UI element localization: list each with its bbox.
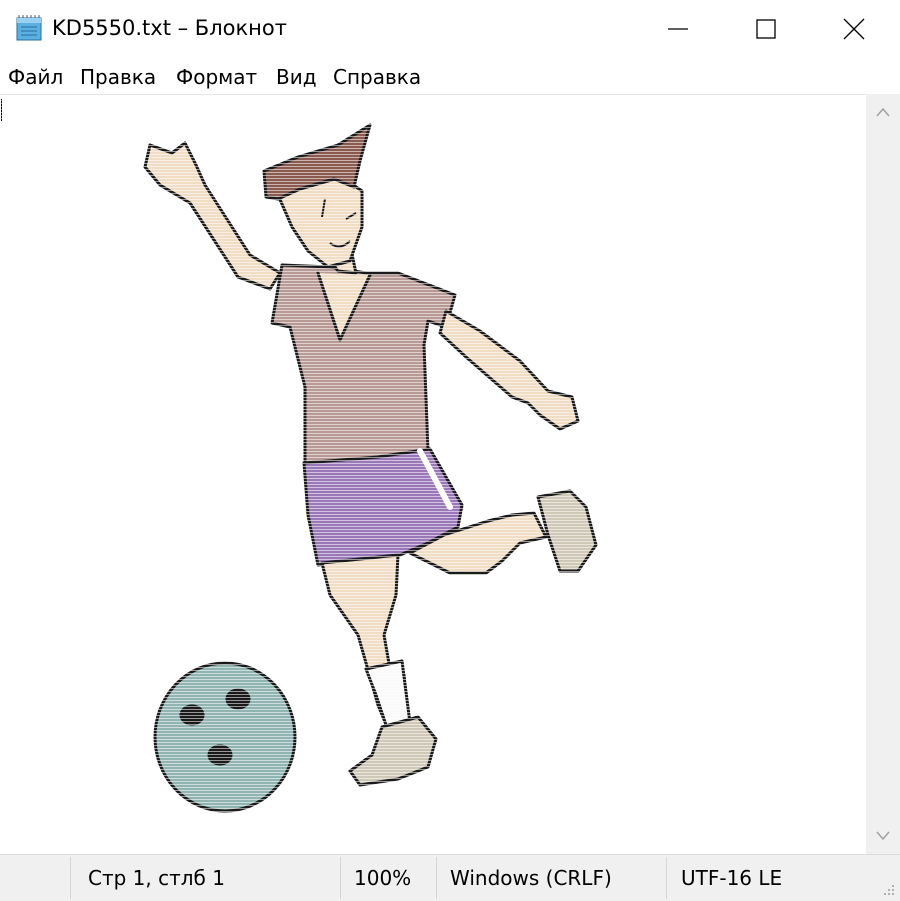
menu-edit[interactable]: Правка bbox=[80, 65, 156, 89]
menu-help[interactable]: Справка bbox=[333, 65, 421, 89]
scroll-down-button[interactable] bbox=[866, 818, 900, 854]
menu-format[interactable]: Формат bbox=[176, 65, 257, 89]
text-editor[interactable] bbox=[0, 94, 866, 855]
status-separator bbox=[340, 857, 341, 899]
status-encoding: UTF-16 LE bbox=[681, 866, 783, 890]
close-icon bbox=[843, 18, 865, 40]
status-separator bbox=[666, 857, 667, 899]
notepad-icon bbox=[16, 15, 42, 41]
status-position: Стр 1, стлб 1 bbox=[88, 866, 225, 890]
status-bar: Стр 1, стлб 1 100% Windows (CRLF) UTF-16… bbox=[0, 854, 900, 901]
window-title: KD5550.txt – Блокнот bbox=[52, 16, 287, 40]
menu-bar: Файл Правка Формат Вид Справка bbox=[0, 60, 900, 94]
menu-view[interactable]: Вид bbox=[276, 65, 317, 89]
ascii-art-bowler bbox=[143, 123, 598, 813]
vertical-scrollbar[interactable] bbox=[866, 94, 900, 854]
chevron-down-icon bbox=[876, 831, 890, 841]
close-button[interactable] bbox=[808, 0, 900, 58]
status-separator bbox=[436, 857, 437, 899]
menu-file[interactable]: Файл bbox=[8, 65, 63, 89]
title-bar[interactable]: KD5550.txt – Блокнот bbox=[0, 0, 900, 58]
chevron-up-icon bbox=[876, 107, 890, 117]
status-line-endings: Windows (CRLF) bbox=[450, 866, 612, 890]
maximize-icon bbox=[756, 19, 776, 39]
resize-grip-icon[interactable] bbox=[880, 881, 896, 897]
scroll-up-button[interactable] bbox=[866, 94, 900, 130]
maximize-button[interactable] bbox=[720, 0, 812, 58]
status-separator bbox=[70, 857, 71, 899]
minimize-icon bbox=[668, 28, 688, 30]
minimize-button[interactable] bbox=[632, 0, 724, 58]
status-zoom: 100% bbox=[354, 866, 412, 890]
